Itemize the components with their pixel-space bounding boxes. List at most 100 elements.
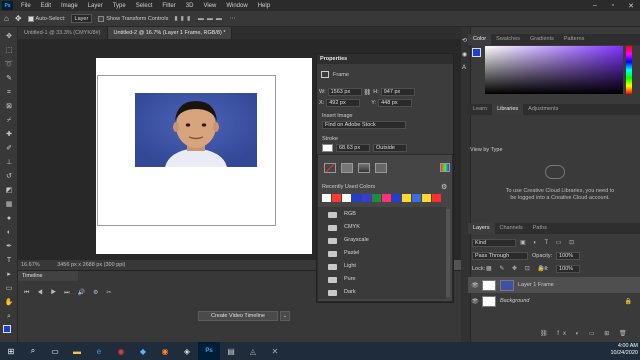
timeline-tab[interactable]: Timeline [18,271,78,281]
blur-icon[interactable]: ● [3,213,15,224]
stamp-icon[interactable]: ⊥ [3,157,15,168]
tab-patterns[interactable]: Patterns [559,34,589,45]
shape-icon[interactable]: ▭ [3,283,15,294]
lasso-icon[interactable]: ➰ [3,59,15,70]
photoshop-taskbar-icon[interactable]: Ps [198,342,220,360]
menu-3d[interactable]: 3D [181,3,199,9]
maximize-icon[interactable]: ▫ [604,2,622,9]
firefox-icon[interactable]: ◉ [154,342,176,360]
menu-layer[interactable]: Layer [83,3,108,9]
app-icon-5[interactable]: ✕ [264,342,286,360]
pen-icon[interactable]: ✒ [3,241,15,252]
task-view-icon[interactable]: ▭ [44,342,66,360]
minimize-icon[interactable]: – [586,2,604,9]
no-color-icon[interactable] [324,163,336,173]
recent-swatch-1[interactable] [322,194,331,202]
hue-slider[interactable] [626,46,632,94]
path-select-icon[interactable]: ▸ [3,269,15,280]
folder-scrollbar[interactable] [446,209,450,297]
chrome-icon[interactable]: ◉ [110,342,132,360]
windows-start-icon[interactable]: ⊞ [0,342,22,360]
zoom-level[interactable]: 16.67% [21,262,40,268]
zoom-icon[interactable]: ⌕ [3,311,15,322]
stroke-width-field[interactable]: 68.63 px [336,144,370,152]
auto-select-dropdown[interactable]: Layer [70,14,93,23]
folder-pure[interactable]: Pure [328,274,438,285]
folder-cmyk[interactable]: CMYK [328,222,438,233]
eraser-icon[interactable]: ◩ [3,185,15,196]
gradient-mode-icon[interactable] [358,163,370,173]
app-icon-4[interactable]: ◬ [242,342,264,360]
edge-icon[interactable]: e [88,342,110,360]
layer-row-background[interactable]: 👁 Background 🔒 [468,293,640,309]
menu-file[interactable]: File [16,3,36,9]
tab-paths[interactable]: Paths [528,223,552,234]
transform-controls-checkbox[interactable] [98,15,105,22]
link-icon[interactable]: ⛓ [364,89,372,96]
menu-help[interactable]: Help [253,3,275,9]
move-icon[interactable]: ✥ [3,31,15,42]
layer-filter-icons[interactable]: ▣ ◐ T ▭ ⊡ [520,239,577,246]
recent-swatch-6[interactable] [372,194,381,202]
x-field[interactable]: 492 px [326,99,361,107]
fg-color-chip[interactable] [472,48,481,57]
search-icon[interactable]: ⌕ [22,342,44,360]
insert-image-dropdown[interactable]: Find on Adobe Stock [322,121,406,129]
tab-gradients[interactable]: Gradients [525,34,559,45]
recent-swatch-2[interactable] [332,194,341,202]
auto-select-checkbox[interactable] [27,15,34,22]
recent-swatch-10[interactable] [412,194,421,202]
app-icon-3[interactable]: ▤ [220,342,242,360]
align-icons[interactable]: ▮▮▮ ▬▬▬ ⋯ [174,15,238,22]
color-picker-icon[interactable] [440,163,450,172]
tab-adjustments[interactable]: Adjustments [523,104,563,115]
quick-select-icon[interactable]: ✎ [3,73,15,84]
clock-date[interactable]: 10/24/2020 [570,350,638,357]
width-field[interactable]: 1563 px [327,88,362,96]
tab-swatches[interactable]: Swatches [491,34,525,45]
recent-swatch-3[interactable] [342,194,351,202]
menu-filter[interactable]: Filter [157,3,180,9]
visibility-eye-icon[interactable]: 👁 [468,298,482,305]
framed-photo[interactable] [135,93,257,167]
app-icon-2[interactable]: ◈ [176,342,198,360]
character-icon[interactable]: A [462,65,466,71]
timeline-controls[interactable]: ⏮◀▶⏭🔊⚙✂ [24,289,119,297]
folder-dark[interactable]: Dark [328,287,438,298]
home-icon[interactable]: ⌂ [4,14,9,23]
recent-swatch-5[interactable] [362,194,371,202]
lock-icons[interactable]: ▦ ✎ ✥ ⊡ 🔒 [486,265,548,272]
stroke-align-dropdown[interactable]: Outside [373,144,407,152]
tab-layers[interactable]: Layers [468,223,495,234]
blend-mode-dropdown[interactable]: Pass Through [472,252,528,260]
layer-row-frame[interactable]: 👁 Layer 1 Frame [468,277,640,293]
marquee-icon[interactable]: ⬚ [3,45,15,56]
tab-untitled-1[interactable]: Untitled-1 @ 33.3% (CMYK/8#) [18,27,108,39]
menu-edit[interactable]: Edit [36,3,56,9]
create-video-timeline-button[interactable]: Create Video Timeline [198,311,278,321]
file-explorer-icon[interactable]: ▬ [66,342,88,360]
tab-libraries[interactable]: Libraries [492,104,524,115]
layer-kind-filter[interactable]: Kind [472,239,516,247]
hand-icon[interactable]: ✋ [3,297,15,308]
y-field[interactable]: 448 px [378,99,413,107]
folder-grayscale[interactable]: Grayscale [328,235,438,246]
close-icon[interactable]: ✕ [622,2,640,10]
dodge-icon[interactable]: ◐ [3,227,15,238]
recent-swatch-11[interactable] [422,194,431,202]
eyedropper-icon[interactable]: ⌿ [3,115,15,126]
menu-type[interactable]: Type [108,3,131,9]
menu-select[interactable]: Select [131,3,158,9]
recent-swatch-4[interactable] [352,194,361,202]
tab-untitled-2[interactable]: Untitled-2 @ 16.7% (Layer 1 Frame, RGB/8… [107,27,233,39]
history-brush-icon[interactable]: ↺ [3,171,15,182]
menu-image[interactable]: Image [56,3,83,9]
pattern-mode-icon[interactable] [375,163,387,173]
tab-color[interactable]: Color [468,34,492,45]
color-field[interactable] [485,46,623,94]
recent-settings-icon[interactable]: ⚙ [441,183,447,191]
view-by-dropdown[interactable]: View by Type [470,147,503,153]
folder-pastel[interactable]: Pastel [328,248,438,259]
app-icon[interactable]: ◆ [132,342,154,360]
stroke-color-swatch[interactable] [322,144,333,152]
